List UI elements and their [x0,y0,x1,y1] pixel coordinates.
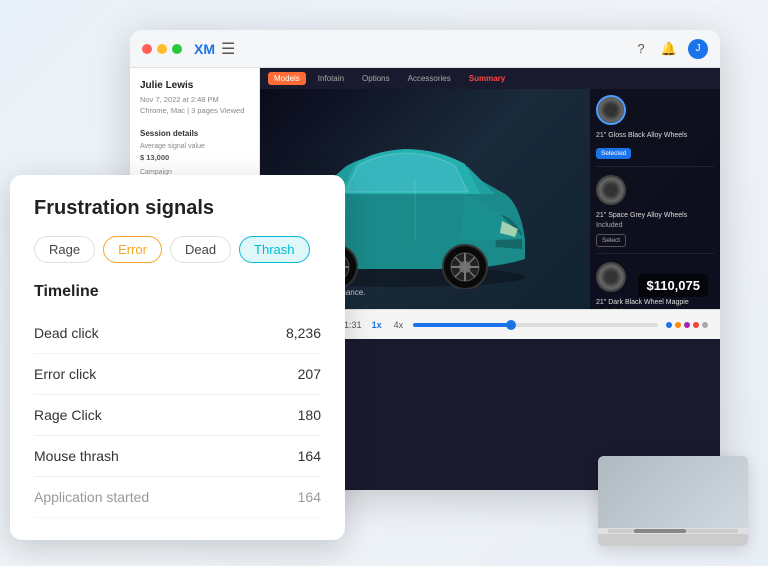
dot-gray [702,322,708,328]
car-price: $110,075 [638,274,708,297]
tab-models[interactable]: Models [268,72,306,85]
tag-error[interactable]: Error [103,236,162,263]
timeline-title: Timeline [34,283,321,301]
label-dead-click: Dead click [34,325,99,341]
value-error-click: 207 [298,366,321,382]
dot-purple [684,322,690,328]
tab-summary[interactable]: Summary [463,72,511,85]
tab-options[interactable]: Options [356,72,396,85]
logo-text: XM [194,41,215,57]
wheel-option-2: 21" Space Grey Alloy Wheels Included Sel… [596,175,714,254]
label-app-started: Application started [34,489,149,505]
frustration-signals-card: Frustration signals Rage Error Dead Thra… [10,175,345,540]
wheel-name-2: 21" Space Grey Alloy Wheels [596,211,714,220]
tag-rage[interactable]: Rage [34,236,95,263]
progress-fill [413,323,511,327]
user-browser: Chrome, Mac | 3 pages Viewed [140,105,249,116]
value-app-started: 164 [298,489,321,505]
tag-thrash[interactable]: Thrash [239,236,309,263]
tag-dead[interactable]: Dead [170,236,231,263]
wheel-select-btn-1[interactable]: Selected [596,148,631,159]
thumbnail-preview [598,456,748,528]
close-dot [142,44,152,54]
window-controls [142,44,182,54]
menu-icon[interactable]: ☰ [221,39,235,59]
dot-blue [666,322,672,328]
scrollbar-track [608,529,738,533]
wheel-price-2: Included [596,222,714,229]
tab-accessories[interactable]: Accessories [402,72,457,85]
timeline-row-rage-click: Rage Click 180 [34,395,321,436]
progress-bar[interactable] [413,323,658,327]
timeline-row-error-click: Error click 207 [34,354,321,395]
dot-orange [675,322,681,328]
label-error-click: Error click [34,366,96,382]
wheel-name-3: 21" Dark Black Wheel Magpie [596,298,714,307]
browser-topbar: XM ☰ ? 🔔 J [130,30,720,68]
wheel-thumb-2 [596,175,626,205]
user-name: Julie Lewis [140,80,249,91]
user-date: Nov 7, 2022 at 2:48 PM [140,94,249,105]
timeline-row-app-started: Application started 164 [34,477,321,518]
value-dead-click: 8,236 [286,325,321,341]
label-rage-click: Rage Click [34,407,102,423]
timeline-table: Dead click 8,236 Error click 207 Rage Cl… [34,313,321,518]
wheel-select-btn-2[interactable]: Select [596,234,626,247]
user-info: Julie Lewis Nov 7, 2022 at 2:48 PM Chrom… [140,80,249,117]
session-details-label: Session details [140,129,249,138]
progress-thumb [506,320,516,330]
thumbnail-scrollbar[interactable] [598,528,748,534]
scrollbar-thumb [634,529,686,533]
xm-logo: XM ☰ [194,39,235,59]
speed-1x-button[interactable]: 1x [370,320,384,330]
signal-tags-row: Rage Error Dead Thrash [34,236,321,263]
wheel-option-1: 21" Gloss Black Alloy Wheels Selected [596,95,714,167]
tab-infotain[interactable]: Infotain [312,72,350,85]
avatar[interactable]: J [688,39,708,59]
avg-signal-value: $ 13,000 [140,153,249,162]
maximize-dot [172,44,182,54]
wheel-thumb-1 [596,95,626,125]
nav-tabs-bar: Models Infotain Options Accessories Summ… [260,68,720,89]
progress-dots [666,322,708,328]
wheel-thumb-3 [596,262,626,292]
timeline-row-mouse-thrash: Mouse thrash 164 [34,436,321,477]
minimize-dot [157,44,167,54]
value-mouse-thrash: 164 [298,448,321,464]
card-title: Frustration signals [34,197,321,220]
label-mouse-thrash: Mouse thrash [34,448,119,464]
thumbnail-panel [598,456,748,546]
help-icon[interactable]: ? [632,40,650,58]
speed-4x-button[interactable]: 4x [392,320,406,330]
timeline-row-dead-click: Dead click 8,236 [34,313,321,354]
bell-icon[interactable]: 🔔 [660,40,678,58]
value-rage-click: 180 [298,407,321,423]
avg-signal-label: Average signal value [140,142,249,152]
dot-red [693,322,699,328]
topbar-icons: ? 🔔 J [632,39,708,59]
wheel-name-1: 21" Gloss Black Alloy Wheels [596,131,714,140]
